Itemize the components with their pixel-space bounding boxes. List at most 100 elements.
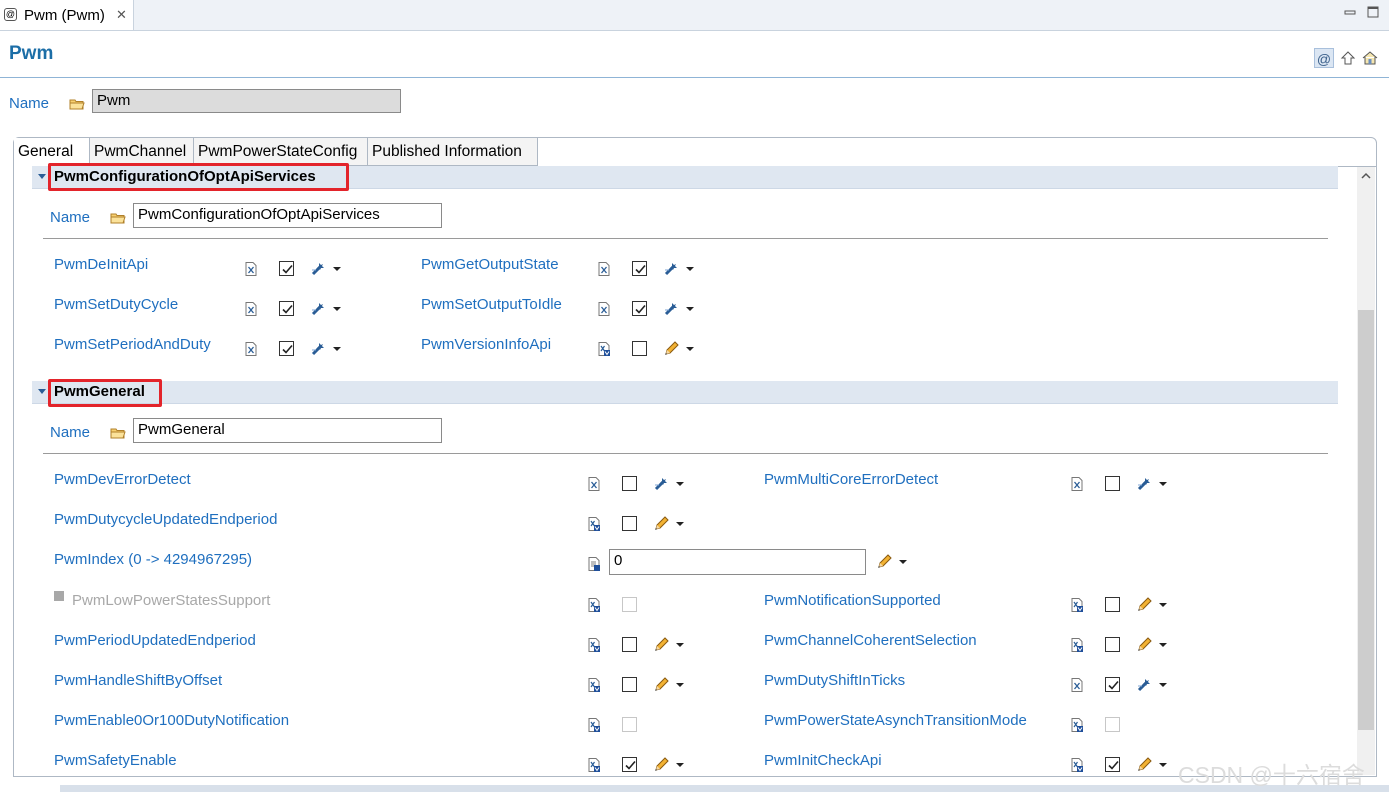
variant-icon — [588, 678, 600, 692]
folder-icon — [110, 212, 126, 224]
param-checkbox[interactable] — [1105, 597, 1120, 612]
param-label: PwmVersionInfoApi — [421, 336, 552, 353]
pencil-icon[interactable] — [663, 341, 697, 357]
scrollbar-thumb[interactable] — [1358, 310, 1374, 730]
wand-icon[interactable] — [310, 261, 344, 277]
param-label: PwmSetPeriodAndDuty — [54, 336, 211, 353]
param-checkbox[interactable] — [279, 341, 294, 356]
param-label: PwmSafetyEnable — [54, 752, 177, 769]
param-checkbox[interactable] — [632, 261, 647, 276]
section-title-general: PwmGeneral — [54, 383, 145, 400]
wand-icon[interactable] — [1136, 476, 1170, 492]
variant-icon — [1071, 598, 1083, 612]
variant-icon — [1071, 477, 1083, 491]
pwm-index-input[interactable]: 0 — [609, 549, 866, 575]
param-label: PwmMultiCoreErrorDetect — [764, 471, 939, 488]
minimize-icon[interactable] — [1344, 6, 1356, 18]
header-divider — [0, 77, 1389, 78]
wand-icon[interactable] — [653, 476, 687, 492]
param-label: PwmInitCheckApi — [764, 752, 882, 769]
variant-icon — [588, 598, 600, 612]
pencil-icon[interactable] — [653, 516, 687, 532]
variant-icon — [245, 302, 257, 316]
collapse-icon[interactable] — [38, 174, 46, 179]
param-checkbox[interactable] — [622, 476, 637, 491]
param-checkbox[interactable] — [622, 757, 637, 772]
tab-published-information-label: Published Information — [372, 143, 522, 160]
pencil-icon[interactable] — [1136, 597, 1170, 613]
folder-icon — [69, 98, 85, 110]
param-label: PwmDevErrorDetect — [54, 471, 191, 488]
section1-name-label: Name — [50, 209, 91, 226]
pencil-icon[interactable] — [653, 757, 687, 773]
param-label: PwmDutycycleUpdatedEndperiod — [54, 511, 278, 528]
param-checkbox[interactable] — [1105, 637, 1120, 652]
name-label: Name — [9, 95, 50, 112]
tab-pwmchannel-label: PwmChannel — [94, 143, 187, 160]
param-label: PwmEnable0Or100DutyNotification — [54, 712, 290, 729]
home-icon[interactable] — [1360, 48, 1380, 68]
param-label: PwmDutyShiftInTicks — [764, 672, 906, 689]
param-checkbox[interactable] — [622, 637, 637, 652]
pencil-icon[interactable] — [653, 637, 687, 653]
pencil-icon[interactable] — [1136, 757, 1170, 773]
pencil-icon[interactable] — [876, 554, 910, 570]
collapse-icon[interactable] — [38, 389, 46, 394]
param-checkbox[interactable] — [632, 301, 647, 316]
section-title-optapi: PwmConfigurationOfOptApiServices — [54, 168, 316, 185]
wand-icon[interactable] — [310, 341, 344, 357]
up-arrow-icon[interactable] — [1338, 48, 1358, 68]
wand-icon[interactable] — [310, 301, 344, 317]
tab-pwmpowerstateconfig[interactable]: PwmPowerStateConfig — [194, 138, 368, 166]
editor-tab-pwm[interactable]: @ Pwm (Pwm) ✕ — [0, 0, 134, 30]
param-checkbox — [622, 597, 637, 612]
pencil-icon[interactable] — [653, 677, 687, 693]
wand-icon[interactable] — [1136, 677, 1170, 693]
variant-icon — [598, 262, 610, 276]
page-title: Pwm — [9, 43, 54, 64]
param-label: PwmIndex (0 -> 4294967295) — [54, 551, 253, 568]
wand-icon[interactable] — [663, 301, 697, 317]
param-label: PwmNotificationSupported — [764, 592, 941, 609]
variant-icon — [1071, 678, 1083, 692]
section2-name-field[interactable]: PwmGeneral — [133, 418, 442, 443]
pencil-icon[interactable] — [1136, 637, 1170, 653]
variant-icon — [1071, 758, 1083, 772]
scroll-up-icon[interactable] — [1359, 170, 1373, 182]
param-checkbox[interactable] — [632, 341, 647, 356]
numeric-icon — [588, 557, 600, 571]
param-label: PwmHandleShiftByOffset — [54, 672, 223, 689]
variant-icon — [588, 718, 600, 732]
section1-name-field[interactable]: PwmConfigurationOfOptApiServices — [133, 203, 442, 228]
section2-name-label: Name — [50, 424, 91, 441]
section-header-general[interactable] — [32, 381, 1338, 404]
param-label: PwmSetOutputToIdle — [421, 296, 562, 313]
param-checkbox[interactable] — [1105, 476, 1120, 491]
maximize-icon[interactable] — [1367, 6, 1379, 18]
variant-icon — [588, 638, 600, 652]
param-label: PwmDeInitApi — [54, 256, 149, 273]
wand-icon[interactable] — [663, 261, 697, 277]
divider — [43, 453, 1328, 454]
param-checkbox[interactable] — [622, 677, 637, 692]
variant-icon — [598, 342, 610, 356]
disabled-indicator-icon — [54, 591, 64, 601]
param-label: PwmPowerStateAsynchTransitionMode — [764, 712, 1027, 729]
at-icon[interactable]: @ — [1314, 48, 1334, 68]
tab-pwmchannel[interactable]: PwmChannel — [90, 138, 194, 166]
tab-published-information[interactable]: Published Information — [368, 138, 538, 166]
tab-general-label: General — [18, 143, 74, 160]
variant-icon — [245, 342, 257, 356]
variant-icon — [1071, 638, 1083, 652]
param-checkbox[interactable] — [1105, 677, 1120, 692]
param-label: PwmLowPowerStatesSupport — [72, 592, 271, 609]
param-checkbox[interactable] — [1105, 757, 1120, 772]
param-checkbox[interactable] — [622, 516, 637, 531]
param-checkbox[interactable] — [279, 301, 294, 316]
name-field: Pwm — [92, 89, 401, 113]
editor-tab-bar — [0, 0, 1389, 31]
close-icon[interactable]: ✕ — [116, 7, 127, 23]
watermark: CSDN @十六宿舍 — [1178, 762, 1365, 788]
variant-icon — [588, 758, 600, 772]
param-checkbox[interactable] — [279, 261, 294, 276]
